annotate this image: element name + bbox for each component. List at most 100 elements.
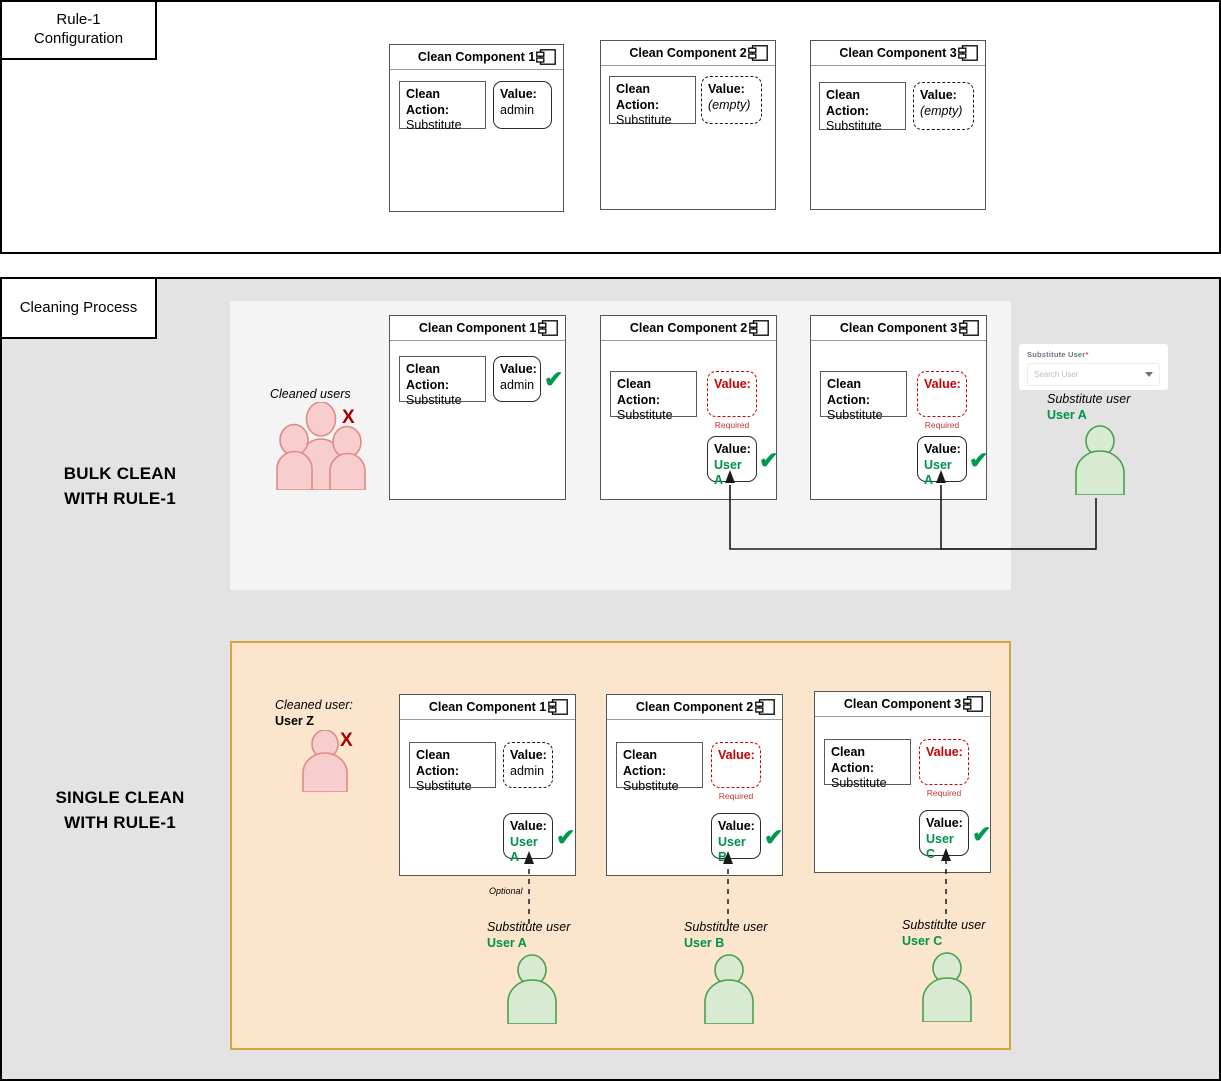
value-default-text: admin xyxy=(510,763,545,778)
rule-configuration-tag: Rule-1 Configuration xyxy=(0,0,157,60)
cleaned-users-label: Cleaned users xyxy=(270,387,351,401)
person-icon xyxy=(1071,425,1129,495)
check-icon: ✔ xyxy=(764,824,784,850)
bulk-component-2: Clean Component 2 Clean Action: Substitu… xyxy=(600,315,778,500)
cleaned-user-label: Cleaned user: xyxy=(275,698,353,712)
value-text: (empty) xyxy=(708,97,751,112)
rule-component-2-header: Clean Component 2 xyxy=(601,41,775,66)
clean-action-value: Substitute xyxy=(617,408,673,423)
value-label: Value: xyxy=(500,87,537,101)
chevron-down-icon[interactable] xyxy=(1145,372,1153,377)
bulk-component-1-body: Clean Action: Substitute Value: admin ✔ xyxy=(390,341,565,500)
value-resolved-label: Value: xyxy=(924,442,961,456)
required-note: Required xyxy=(926,788,962,798)
value-resolved-label: Value: xyxy=(926,816,963,830)
single-component-1: Clean Component 1 Clean Action: Substitu… xyxy=(399,694,576,876)
substitute-user-select[interactable]: Search User xyxy=(1027,363,1160,386)
rule-component-1: Clean Component 1 Clean Action: Substitu… xyxy=(389,44,564,212)
clean-action-label: Clean Action: xyxy=(623,748,667,778)
value-label: Value: xyxy=(920,88,957,102)
clean-action-value: Substitute xyxy=(826,119,882,134)
clean-action-box: Clean Action: Substitute xyxy=(616,742,703,793)
value-box: Value: admin xyxy=(493,81,552,129)
clean-action-value: Substitute xyxy=(416,779,472,794)
bulk-component-2-title: Clean Component 2 xyxy=(629,321,748,335)
rule-component-3-body: Clean Action: Substitute Value: (empty) xyxy=(811,66,985,210)
cleaning-process-tag: Cleaning Process xyxy=(0,277,157,339)
clean-action-value: Substitute xyxy=(406,393,462,408)
cleaned-user-name: User Z xyxy=(275,714,314,728)
optional-connector-label: Optional xyxy=(489,886,523,896)
bulk-component-3: Clean Component 3 Clean Action: Substitu… xyxy=(810,315,988,500)
clean-action-box: Clean Action: Substitute xyxy=(609,76,696,127)
value-resolved-text: User B xyxy=(718,834,746,865)
value-resolved-text: User A xyxy=(510,834,538,865)
value-resolved-box: Value: User B xyxy=(711,813,761,864)
value-resolved-label: Value: xyxy=(510,819,547,833)
value-resolved-text: User C xyxy=(926,831,954,862)
value-default-label: Value: xyxy=(510,748,547,762)
rule-component-1-title: Clean Component 1 xyxy=(417,50,536,64)
diagram-canvas: Rule-1 Configuration Clean Component 1 Cl… xyxy=(0,0,1221,1081)
person-icon xyxy=(503,954,561,1024)
required-asterisk: * xyxy=(1085,350,1089,359)
clean-action-label: Clean Action: xyxy=(406,87,450,117)
bulk-substitute-user-caption: Substitute user xyxy=(1047,392,1131,406)
single-component-2-header: Clean Component 2 xyxy=(607,695,782,720)
bulk-component-3-header: Clean Component 3 xyxy=(811,316,986,341)
rule-configuration-tag-label: Rule-1 Configuration xyxy=(33,11,124,47)
bulk-component-1-header: Clean Component 1 xyxy=(390,316,565,341)
substitute-user-caption: Substitute user xyxy=(684,920,768,934)
person-icon xyxy=(700,954,758,1024)
single-component-1-title: Clean Component 1 xyxy=(428,700,547,714)
uml-component-icon xyxy=(548,699,568,715)
uml-component-icon xyxy=(963,696,983,712)
rule-component-1-body: Clean Action: Substitute Value: admin xyxy=(390,70,563,212)
value-required-label: Value: xyxy=(926,745,963,759)
bulk-component-3-body: Clean Action: Substitute Value: Required… xyxy=(811,341,988,500)
value-text: admin xyxy=(500,377,535,392)
value-default-box: Value: admin xyxy=(503,742,553,788)
value-label: Value: xyxy=(500,362,537,376)
single-clean-caption: SINGLE CLEAN WITH RULE-1 xyxy=(20,786,220,835)
single-component-3-body: Clean Action: Substitute Value: Required… xyxy=(815,717,991,873)
clean-action-label: Clean Action: xyxy=(831,745,875,775)
rule-component-3-title: Clean Component 3 xyxy=(839,46,957,60)
value-required-box: Value: xyxy=(919,739,969,785)
value-box: Value: admin xyxy=(493,356,541,402)
people-group-icon xyxy=(275,402,367,490)
value-resolved-box: Value: User A xyxy=(917,436,967,487)
clean-action-value: Substitute xyxy=(623,779,679,794)
single-component-2-title: Clean Component 2 xyxy=(635,700,754,714)
value-resolved-box: Value: User C xyxy=(919,810,969,861)
bulk-component-2-body: Clean Action: Substitute Value: Required… xyxy=(601,341,778,500)
uml-component-icon xyxy=(748,45,768,61)
value-required-box: Value: xyxy=(917,371,967,417)
rule-component-1-header: Clean Component 1 xyxy=(390,45,563,70)
cleaned-users-group: Cleaned users X xyxy=(270,387,385,497)
bulk-clean-caption-text: BULK CLEAN WITH RULE-1 xyxy=(63,464,177,508)
value-resolved-box: Value: User A xyxy=(707,436,757,487)
value-resolved-box: Value: User A xyxy=(503,813,553,864)
required-note: Required xyxy=(718,791,754,801)
single-component-2-body: Clean Action: Substitute Value: Required… xyxy=(607,720,784,876)
value-required-label: Value: xyxy=(924,377,961,391)
clean-action-label: Clean Action: xyxy=(416,748,460,778)
clean-action-label: Clean Action: xyxy=(616,82,660,112)
clean-action-value: Substitute xyxy=(827,408,883,423)
required-note: Required xyxy=(924,420,960,430)
clean-action-value: Substitute xyxy=(831,776,887,791)
cleaning-process-tag-label: Cleaning Process xyxy=(19,298,138,316)
substitute-user-dropdown[interactable]: Substitute User* Search User xyxy=(1019,344,1168,390)
required-note: Required xyxy=(714,420,750,430)
bulk-clean-caption: BULK CLEAN WITH RULE-1 xyxy=(20,462,220,511)
clean-action-label: Clean Action: xyxy=(827,377,871,407)
value-required-box: Value: xyxy=(711,742,761,788)
clean-action-label: Clean Action: xyxy=(617,377,661,407)
uml-component-icon xyxy=(749,320,769,336)
single-substitute-user-1: Substitute user User A xyxy=(487,920,607,1024)
rule-component-3: Clean Component 3 Clean Action: Substitu… xyxy=(810,40,986,210)
single-component-1-body: Clean Action: Substitute Value: admin Va… xyxy=(400,720,575,876)
bulk-substitute-user-name: User A xyxy=(1047,408,1087,422)
substitute-user-name: User C xyxy=(902,934,943,948)
